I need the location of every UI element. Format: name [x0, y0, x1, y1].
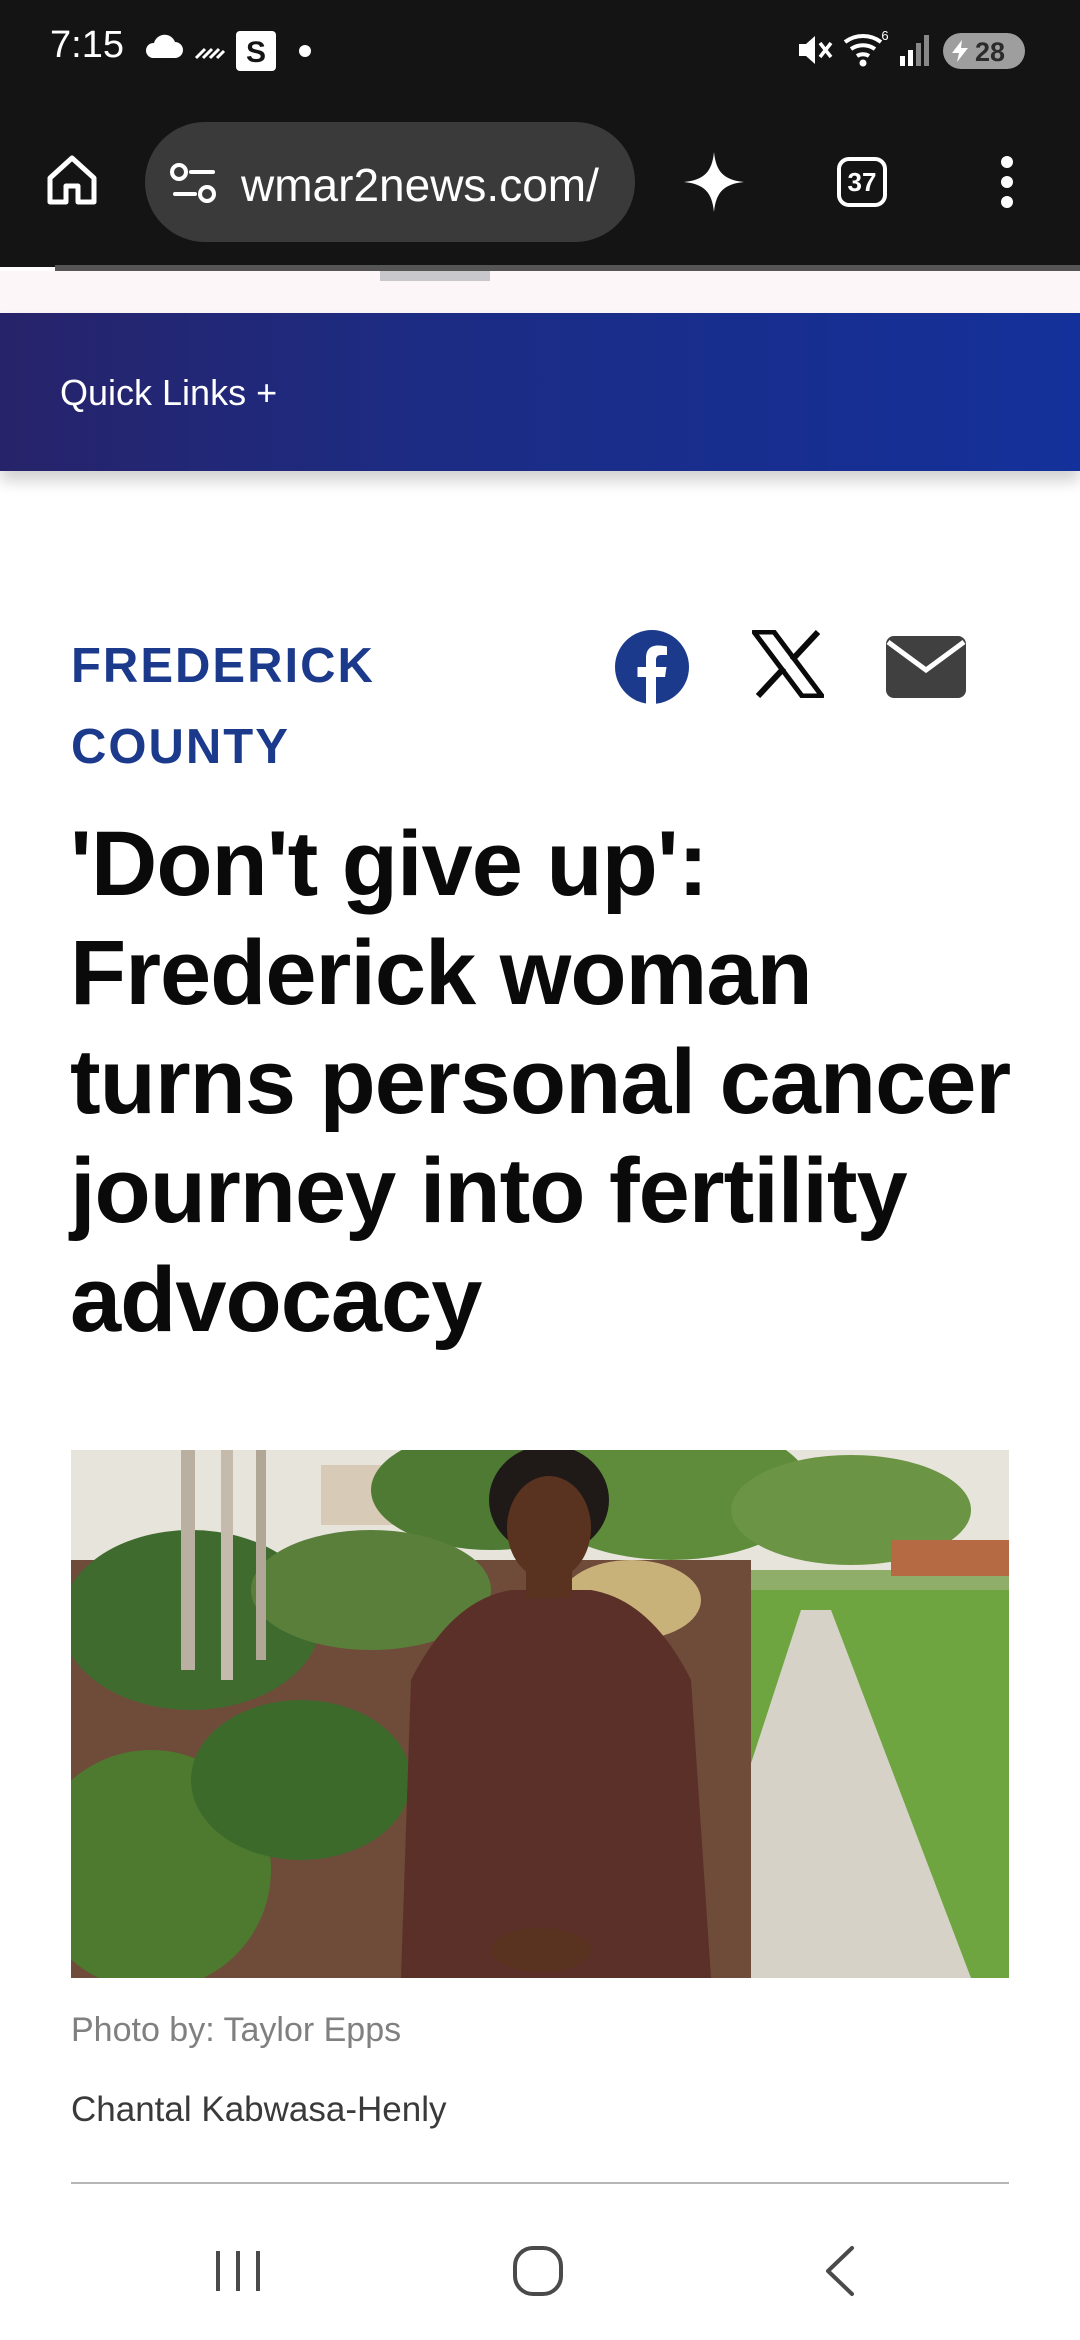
url-bar[interactable]: wmar2news.com/ — [145, 122, 635, 242]
quick-links-bar: Quick Links + — [0, 313, 1080, 471]
back-icon[interactable] — [822, 2244, 858, 2298]
home-icon[interactable] — [44, 152, 100, 208]
mute-icon — [799, 36, 833, 64]
site-settings-icon[interactable] — [169, 162, 219, 206]
s-app-icon: S — [236, 31, 276, 71]
svg-text:S: S — [246, 36, 266, 69]
cloud-icon — [145, 34, 183, 58]
tabs-icon[interactable]: 37 — [837, 157, 887, 207]
article-headline: 'Don't give up': Frederick woman turns p… — [70, 813, 1011, 1351]
email-icon[interactable] — [886, 636, 966, 698]
wifi-badge: 6 — [881, 28, 888, 43]
wifi-icon: 6 — [843, 28, 889, 67]
quick-links-toggle[interactable]: Quick Links + — [60, 372, 277, 414]
battery-charging-icon: 28 — [943, 33, 1025, 69]
site-logo-strip[interactable] — [0, 271, 1080, 313]
missed-call-icon — [194, 47, 226, 60]
author-divider — [71, 2182, 1009, 2184]
status-time: 7:15 — [50, 24, 124, 66]
dot-icon — [299, 45, 311, 57]
site-logo-fragment — [380, 271, 490, 281]
sparkle-icon[interactable] — [682, 150, 746, 214]
recent-apps-icon[interactable] — [213, 2247, 263, 2295]
section-label[interactable]: FREDERICK COUNTY — [71, 626, 491, 788]
article-photo[interactable] — [71, 1450, 1009, 1978]
battery-level: 28 — [975, 37, 1006, 67]
browser-toolbar: wmar2news.com/ 37 — [0, 100, 1080, 267]
status-bar: 7:15 S 6 28 — [0, 0, 1080, 100]
photo-credit: Photo by: Taylor Epps — [71, 2011, 402, 2049]
url-text[interactable]: wmar2news.com/ — [241, 158, 621, 212]
home-circle-icon[interactable] — [512, 2245, 564, 2297]
system-nav-bar — [0, 2200, 1080, 2340]
more-vert-icon[interactable] — [995, 154, 1019, 210]
facebook-icon[interactable] — [614, 629, 690, 705]
x-icon[interactable] — [752, 630, 824, 698]
cell-signal-icon — [900, 35, 929, 66]
article-author[interactable]: Chantal Kabwasa-Henly — [71, 2090, 446, 2130]
